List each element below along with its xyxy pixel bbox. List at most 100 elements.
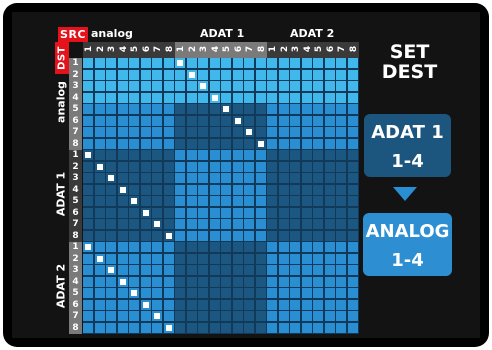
- matrix-cell[interactable]: [186, 253, 197, 264]
- matrix-cell[interactable]: [324, 184, 335, 195]
- matrix-cell[interactable]: [163, 104, 174, 114]
- matrix-cell[interactable]: [117, 196, 128, 206]
- matrix-cell[interactable]: [140, 196, 151, 206]
- matrix-cell[interactable]: [232, 104, 243, 114]
- matrix-cell[interactable]: [198, 161, 208, 172]
- matrix-cell[interactable]: [186, 184, 197, 195]
- matrix-cell[interactable]: [336, 92, 346, 103]
- matrix-cell[interactable]: [198, 322, 208, 333]
- matrix-cell[interactable]: [244, 265, 254, 275]
- matrix-cell[interactable]: [140, 161, 151, 172]
- matrix-cell[interactable]: [198, 219, 208, 229]
- matrix-cell[interactable]: [106, 253, 116, 264]
- matrix-cell[interactable]: [163, 242, 174, 252]
- matrix-cell[interactable]: [324, 92, 335, 103]
- matrix-cell[interactable]: [301, 196, 312, 206]
- matrix-cell[interactable]: [129, 150, 139, 160]
- matrix-cell[interactable]: [163, 150, 174, 160]
- matrix-cell[interactable]: [129, 138, 139, 149]
- matrix-cell[interactable]: [290, 230, 300, 241]
- matrix-cell[interactable]: [175, 276, 185, 287]
- matrix-cell[interactable]: [152, 253, 162, 264]
- matrix-cell[interactable]: [221, 196, 231, 206]
- matrix-cell[interactable]: [221, 127, 231, 137]
- matrix-cell[interactable]: [313, 242, 323, 252]
- matrix-cell[interactable]: [152, 184, 162, 195]
- matrix-cell[interactable]: [186, 196, 197, 206]
- matrix-cell[interactable]: [301, 299, 312, 310]
- matrix-cell[interactable]: [106, 276, 116, 287]
- matrix-cell[interactable]: [140, 253, 151, 264]
- matrix-cell[interactable]: [140, 138, 151, 149]
- matrix-cell[interactable]: [267, 207, 277, 218]
- matrix-cell[interactable]: [324, 104, 335, 114]
- matrix-cell[interactable]: [290, 104, 300, 114]
- matrix-cell[interactable]: [198, 288, 208, 298]
- matrix-cell[interactable]: [336, 184, 346, 195]
- matrix-cell[interactable]: [324, 242, 335, 252]
- matrix-cell[interactable]: [267, 196, 277, 206]
- matrix-cell[interactable]: [106, 288, 116, 298]
- source-selection-button[interactable]: ADAT 1 1-4: [364, 114, 451, 177]
- matrix-cell[interactable]: [186, 115, 197, 126]
- matrix-cell[interactable]: [278, 81, 289, 91]
- matrix-cell[interactable]: [94, 161, 105, 172]
- matrix-cell[interactable]: [198, 138, 208, 149]
- matrix-cell[interactable]: [244, 58, 254, 68]
- matrix-cell[interactable]: [255, 230, 266, 241]
- matrix-cell[interactable]: [186, 242, 197, 252]
- matrix-cell[interactable]: [163, 138, 174, 149]
- matrix-cell[interactable]: [117, 127, 128, 137]
- matrix-cell[interactable]: [267, 230, 277, 241]
- matrix-cell[interactable]: [313, 184, 323, 195]
- matrix-cell[interactable]: [290, 173, 300, 183]
- matrix-cell[interactable]: [140, 127, 151, 137]
- matrix-cell[interactable]: [221, 58, 231, 68]
- matrix-cell[interactable]: [267, 311, 277, 321]
- matrix-cell[interactable]: [324, 288, 335, 298]
- matrix-cell[interactable]: [232, 69, 243, 80]
- matrix-cell[interactable]: [175, 104, 185, 114]
- matrix-cell[interactable]: [175, 265, 185, 275]
- matrix-cell[interactable]: [140, 311, 151, 321]
- matrix-cell[interactable]: [186, 173, 197, 183]
- matrix-cell[interactable]: [267, 127, 277, 137]
- matrix-cell[interactable]: [83, 253, 93, 264]
- matrix-cell[interactable]: [175, 322, 185, 333]
- matrix-cell[interactable]: [117, 299, 128, 310]
- matrix-cell[interactable]: [313, 196, 323, 206]
- matrix-cell[interactable]: [336, 161, 346, 172]
- matrix-cell[interactable]: [255, 115, 266, 126]
- matrix-cell[interactable]: [129, 299, 139, 310]
- matrix-cell[interactable]: [347, 92, 358, 103]
- matrix-cell[interactable]: [278, 265, 289, 275]
- matrix-cell[interactable]: [221, 322, 231, 333]
- matrix-cell[interactable]: [301, 184, 312, 195]
- matrix-cell[interactable]: [129, 265, 139, 275]
- matrix-cell[interactable]: [267, 184, 277, 195]
- matrix-cell[interactable]: [324, 219, 335, 229]
- matrix-cell[interactable]: [336, 230, 346, 241]
- matrix-cell[interactable]: [290, 69, 300, 80]
- matrix-cell[interactable]: [198, 299, 208, 310]
- matrix-cell[interactable]: [209, 161, 220, 172]
- matrix-cell[interactable]: [175, 242, 185, 252]
- matrix-cell[interactable]: [83, 92, 93, 103]
- matrix-cell[interactable]: [186, 265, 197, 275]
- matrix-cell[interactable]: [209, 115, 220, 126]
- matrix-cell[interactable]: [198, 150, 208, 160]
- matrix-cell[interactable]: [278, 92, 289, 103]
- matrix-cell[interactable]: [313, 311, 323, 321]
- matrix-cell[interactable]: [117, 242, 128, 252]
- matrix-cell[interactable]: [278, 322, 289, 333]
- matrix-cell[interactable]: [129, 196, 139, 206]
- matrix-cell[interactable]: [244, 322, 254, 333]
- matrix-cell[interactable]: [94, 92, 105, 103]
- matrix-cell[interactable]: [94, 138, 105, 149]
- matrix-cell[interactable]: [117, 311, 128, 321]
- matrix-cell[interactable]: [221, 207, 231, 218]
- matrix-cell[interactable]: [186, 311, 197, 321]
- matrix-cell[interactable]: [209, 138, 220, 149]
- matrix-cell[interactable]: [313, 276, 323, 287]
- matrix-cell[interactable]: [175, 81, 185, 91]
